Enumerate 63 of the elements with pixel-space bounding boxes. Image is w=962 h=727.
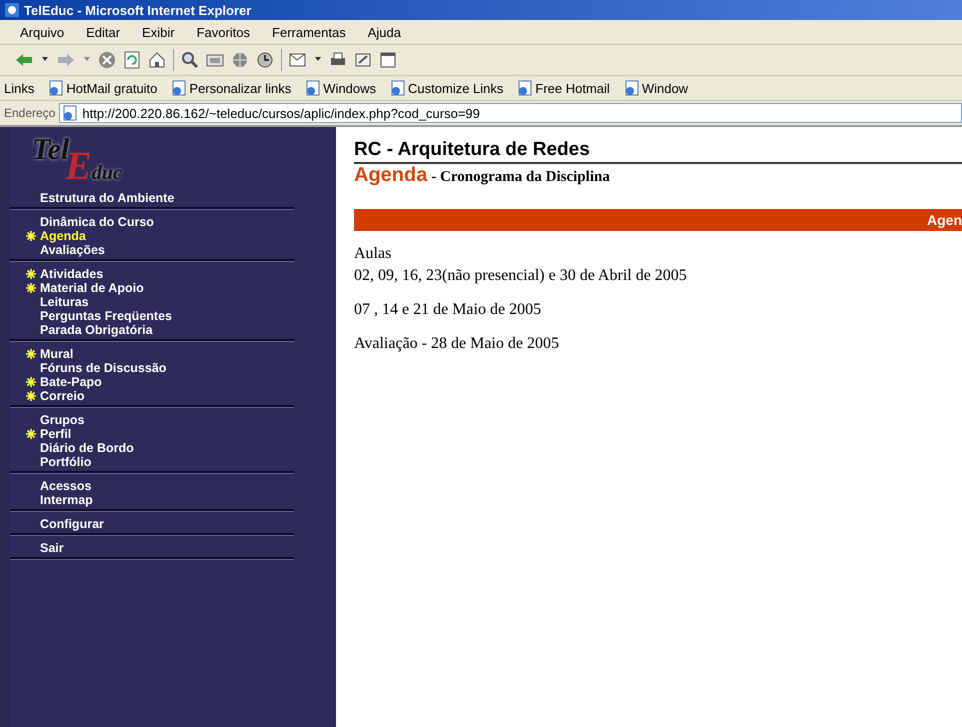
back-icon[interactable] xyxy=(14,51,34,69)
page-subtitle: - Cronograma da Disciplina xyxy=(431,169,610,186)
agenda-text: Avaliação - 28 de Maio de 2005 xyxy=(354,334,560,354)
link-item[interactable]: Windows xyxy=(305,80,376,96)
menu-link[interactable]: Parada Obrigatória xyxy=(40,323,153,337)
page-icon[interactable] xyxy=(390,80,406,96)
menu-link[interactable]: Avaliações xyxy=(40,243,105,257)
menu-link[interactable]: Correio xyxy=(40,389,84,403)
links-label: Links xyxy=(4,80,34,96)
search-icon[interactable] xyxy=(181,51,199,69)
address-field[interactable]: http://200.220.86.162/~teleduc/cursos/aplic/index.php?cod_curso=99 xyxy=(59,103,962,123)
menu-link[interactable]: Diário de Bordo xyxy=(40,441,134,455)
menu-link[interactable]: Dinâmica do Curso xyxy=(40,215,154,229)
menu-link[interactable]: Perguntas Freqüentes xyxy=(40,309,172,323)
page-icon[interactable] xyxy=(171,80,188,96)
browser-icon[interactable] xyxy=(4,2,20,18)
window-icon[interactable] xyxy=(379,51,397,69)
menu-link[interactable]: Portfólio xyxy=(40,455,92,469)
menu-link[interactable]: Grupos xyxy=(40,413,84,427)
stop-icon[interactable] xyxy=(98,51,116,69)
agenda-text: 02, 09, 16, 23(não presencial) e 30 de Abril de 2005 xyxy=(354,266,688,286)
menu-link[interactable]: Fóruns de Discussão xyxy=(40,361,166,375)
menu-link[interactable]: Mural xyxy=(40,347,74,361)
menu-link[interactable]: Acessos xyxy=(40,479,92,493)
menu-link[interactable]: Estrutura do Ambiente xyxy=(40,191,174,205)
link-item[interactable]: HotMail gratuito xyxy=(48,80,158,96)
link-item[interactable]: Free Hotmail xyxy=(517,80,610,96)
menu-item[interactable]: Arquivo xyxy=(20,24,64,40)
link-item[interactable]: Customize Links xyxy=(390,80,504,96)
refresh-icon[interactable] xyxy=(123,51,141,69)
menu-link[interactable]: Sair xyxy=(40,541,64,555)
page-icon[interactable] xyxy=(624,80,640,96)
menu-link[interactable]: Configurar xyxy=(40,517,104,531)
section-label: Agen xyxy=(927,212,962,228)
menu-link[interactable]: Intermap xyxy=(40,493,93,507)
page-icon[interactable] xyxy=(62,105,78,121)
menu-link[interactable]: Leituras xyxy=(40,295,89,309)
menu-item[interactable]: Ferramentas xyxy=(272,24,346,40)
course-title: RC - Arquitetura de Redes xyxy=(354,139,962,164)
page-icon[interactable] xyxy=(305,80,322,96)
clock-icon[interactable] xyxy=(256,51,274,69)
agenda-text: Aulas xyxy=(354,244,392,264)
link-item[interactable]: Window xyxy=(624,80,688,96)
page-icon[interactable] xyxy=(517,80,534,96)
agenda-text: 07 , 14 e 21 de Maio de 2005 xyxy=(354,300,542,320)
home-icon[interactable] xyxy=(148,51,166,69)
mail-icon[interactable] xyxy=(289,51,307,69)
menu-item[interactable]: Ajuda xyxy=(368,24,401,40)
menu-link[interactable]: Atividades xyxy=(40,267,104,281)
edit-icon[interactable] xyxy=(354,51,372,69)
menu-item[interactable]: Favoritos xyxy=(196,24,250,40)
menu-item[interactable]: Editar xyxy=(86,24,120,40)
menu-link[interactable]: Bate-Papo xyxy=(40,375,102,389)
globe-icon[interactable] xyxy=(231,51,249,69)
page-icon[interactable] xyxy=(48,80,64,96)
menu-item[interactable]: Exibir xyxy=(142,24,175,40)
link-item[interactable]: Personalizar links xyxy=(171,80,292,96)
tool-title: Agenda xyxy=(354,164,428,187)
menu-link[interactable]: Perfil xyxy=(40,427,72,441)
menu-link[interactable]: Agenda xyxy=(40,229,86,243)
window-title: TelEduc - Microsoft Internet Explorer xyxy=(24,2,252,18)
menu-link[interactable]: Material de Apoio xyxy=(40,281,144,295)
address-label: Endereço xyxy=(4,106,56,120)
